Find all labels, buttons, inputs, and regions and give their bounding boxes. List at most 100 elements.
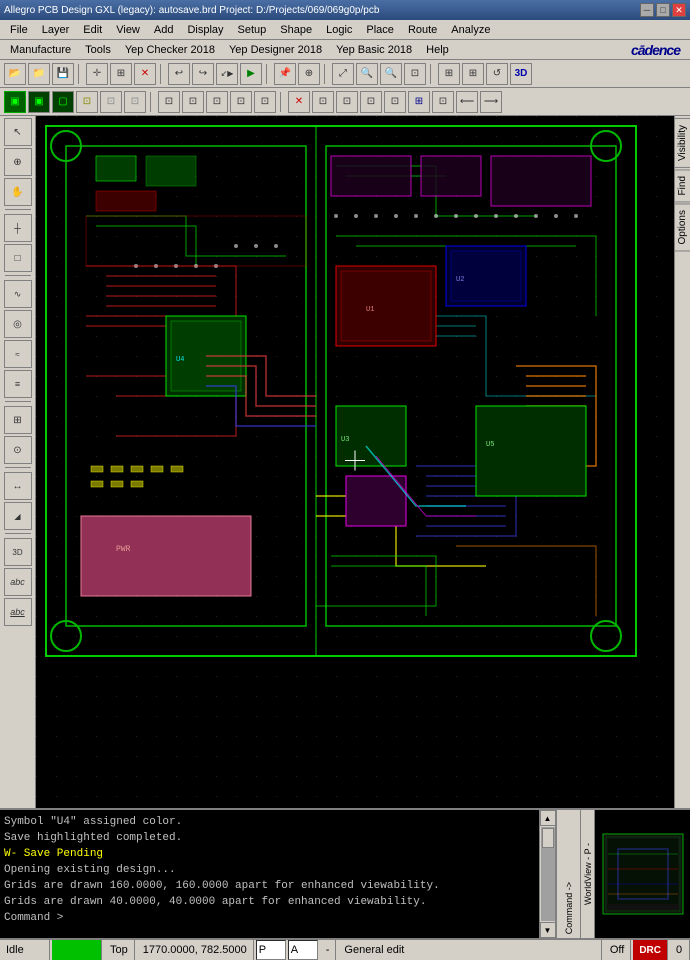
lt-zoom[interactable]: ⊕	[4, 148, 32, 176]
tb-cut[interactable]: ✛	[86, 63, 108, 85]
tb2-14[interactable]: ⊡	[360, 91, 382, 113]
console-line-2: Save highlighted completed.	[4, 830, 535, 846]
tb-3d[interactable]: 3D	[510, 63, 532, 85]
menu-tools[interactable]: Tools	[79, 42, 117, 58]
console-output[interactable]: Symbol "U4" assigned color. Save highlig…	[0, 810, 540, 938]
lt-sep5	[5, 533, 31, 535]
minimize-button[interactable]: ─	[640, 3, 654, 17]
tb-open[interactable]: 📁	[28, 63, 50, 85]
tab-options[interactable]: Options	[674, 203, 690, 251]
tb-pin[interactable]: 📌	[274, 63, 296, 85]
tb2-9[interactable]: ⊡	[206, 91, 228, 113]
menu-shape[interactable]: Shape	[274, 22, 318, 38]
tb-copy[interactable]: ⊞	[110, 63, 132, 85]
tb-zoom-in[interactable]: 🔍	[356, 63, 378, 85]
scroll-down-button[interactable]: ▼	[540, 922, 556, 938]
lt-route[interactable]: ∿	[4, 280, 32, 308]
lt-ruler[interactable]: ◢	[4, 502, 32, 530]
tb2-2[interactable]: ▣	[28, 91, 50, 113]
menu-layer[interactable]: Layer	[36, 22, 76, 38]
tb-sep4	[324, 64, 328, 84]
lt-pin[interactable]: ⊙	[4, 436, 32, 464]
menu-edit[interactable]: Edit	[77, 22, 108, 38]
tab-find[interactable]: Find	[674, 169, 690, 202]
tb2-17[interactable]: ⊡	[432, 91, 454, 113]
close-button[interactable]: ✕	[672, 3, 686, 17]
menu-yep-designer[interactable]: Yep Designer 2018	[223, 42, 328, 58]
lt-add-line[interactable]: ┼	[4, 214, 32, 242]
menu-view[interactable]: View	[110, 22, 146, 38]
tb2-arr1[interactable]: ⟵	[456, 91, 478, 113]
main-area: ↖ ⊕ ✋ ┼ □ ∿ ◎ ≈ ≡ ⊞ ⊙ ↔ ◢ 3D abc abc	[0, 116, 690, 808]
tb2-4[interactable]: ⊡	[76, 91, 98, 113]
tb2-cross[interactable]: ✕	[288, 91, 310, 113]
lt-select[interactable]: ↖	[4, 118, 32, 146]
tb-zoom-out[interactable]: 🔍	[380, 63, 402, 85]
tb2-8[interactable]: ⊡	[182, 91, 204, 113]
lt-bus[interactable]: ≡	[4, 370, 32, 398]
tb2-11[interactable]: ⊡	[254, 91, 276, 113]
tb-undo2[interactable]: ↙▶	[216, 63, 238, 85]
tb2-3[interactable]: ▢	[52, 91, 74, 113]
tb-grid[interactable]: ⊞	[438, 63, 460, 85]
menu-yep-checker[interactable]: Yep Checker 2018	[119, 42, 221, 58]
tb-grid2[interactable]: ⊞	[462, 63, 484, 85]
tb-paste[interactable]: ✕	[134, 63, 156, 85]
tb2-10[interactable]: ⊡	[230, 91, 252, 113]
menu-file[interactable]: File	[4, 22, 34, 38]
tb2-15[interactable]: ⊡	[384, 91, 406, 113]
tb-save[interactable]: 💾	[52, 63, 74, 85]
tb-new[interactable]: 📂	[4, 63, 26, 85]
tb2-arr2[interactable]: ⟶	[480, 91, 502, 113]
scroll-up-button[interactable]: ▲	[540, 810, 556, 826]
svg-text:U2: U2	[456, 276, 464, 284]
lt-3d[interactable]: 3D	[4, 538, 32, 566]
tb-zoom-fit[interactable]: ⤢	[332, 63, 354, 85]
maximize-button[interactable]: □	[656, 3, 670, 17]
tb-refresh[interactable]: ↺	[486, 63, 508, 85]
tb2-1[interactable]: ▣	[4, 91, 26, 113]
tb-run[interactable]: ▶	[240, 63, 262, 85]
menu-display[interactable]: Display	[181, 22, 229, 38]
tb-zoom-area[interactable]: ⊡	[404, 63, 426, 85]
menu-route[interactable]: Route	[402, 22, 443, 38]
menu-logic[interactable]: Logic	[320, 22, 358, 38]
lt-measure[interactable]: ↔	[4, 472, 32, 500]
tb2-13[interactable]: ⊡	[336, 91, 358, 113]
status-drc[interactable]: DRC	[633, 940, 668, 960]
scroll-thumb[interactable]	[542, 828, 554, 848]
tb2-16[interactable]: ⊞	[408, 91, 430, 113]
menu-place[interactable]: Place	[360, 22, 400, 38]
lt-text1[interactable]: abc	[4, 568, 32, 596]
tb2-12[interactable]: ⊡	[312, 91, 334, 113]
tb-sep1	[78, 64, 82, 84]
svg-text:U3: U3	[341, 436, 349, 444]
status-coords: 1770.0000, 782.5000	[137, 940, 254, 960]
tab-visibility[interactable]: Visibility	[674, 118, 690, 168]
pcb-canvas[interactable]: U4 U1 U2 U3 U5 PWR	[36, 116, 674, 808]
status-flag1[interactable]: P	[256, 940, 286, 960]
menu-yep-basic[interactable]: Yep Basic 2018	[330, 42, 418, 58]
menu-help[interactable]: Help	[420, 42, 455, 58]
worldview-inner: WorldView - P -	[581, 810, 690, 938]
status-flag2[interactable]: A	[288, 940, 318, 960]
menu-manufacture[interactable]: Manufacture	[4, 42, 77, 58]
menu-setup[interactable]: Setup	[232, 22, 273, 38]
lt-diff[interactable]: ≈	[4, 340, 32, 368]
lt-sep3	[5, 401, 31, 403]
left-toolbar: ↖ ⊕ ✋ ┼ □ ∿ ◎ ≈ ≡ ⊞ ⊙ ↔ ◢ 3D abc abc	[0, 116, 36, 808]
lt-add-rect[interactable]: □	[4, 244, 32, 272]
lt-text2[interactable]: abc	[4, 598, 32, 626]
lt-component[interactable]: ⊞	[4, 406, 32, 434]
lt-pan[interactable]: ✋	[4, 178, 32, 206]
menu-add[interactable]: Add	[148, 22, 180, 38]
tb2-5[interactable]: ⊡	[100, 91, 122, 113]
menu-analyze[interactable]: Analyze	[445, 22, 496, 38]
status-layer[interactable]: Top	[104, 940, 135, 960]
tb-redo[interactable]: ↪	[192, 63, 214, 85]
lt-via[interactable]: ◎	[4, 310, 32, 338]
tb2-7[interactable]: ⊡	[158, 91, 180, 113]
tb2-6[interactable]: ⊡	[124, 91, 146, 113]
tb-undo[interactable]: ↩	[168, 63, 190, 85]
tb-target[interactable]: ⊕	[298, 63, 320, 85]
